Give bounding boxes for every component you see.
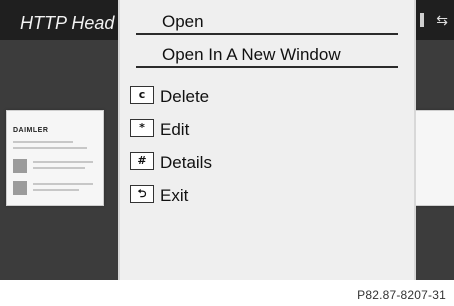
menu-item-details[interactable]: # Details (120, 146, 414, 176)
star-key-icon: * (130, 119, 154, 137)
hash-key-icon: # (130, 152, 154, 170)
top-right-indicators: ⇆ (420, 12, 448, 29)
preview-line (13, 141, 73, 143)
menu-item-delete[interactable]: c Delete (120, 80, 414, 110)
menu-item-label: Open In A New Window (162, 45, 341, 64)
page-preview-left[interactable]: DAIMLER (6, 110, 104, 206)
return-key-icon: ⮌ (130, 185, 154, 203)
preview-line (33, 167, 85, 169)
preview-line (33, 161, 93, 163)
c-key-icon: c (130, 86, 154, 104)
context-menu: Open Open In A New Window c Delete * Edi… (118, 0, 416, 280)
menu-item-open[interactable]: Open (120, 5, 414, 35)
menu-item-label: Exit (160, 186, 189, 205)
preview-line (33, 189, 79, 191)
preview-line (13, 147, 87, 149)
preview-image (13, 181, 27, 195)
menu-item-label: Edit (160, 120, 190, 139)
menu-item-label: Open (162, 12, 204, 31)
divider (136, 33, 398, 35)
brand-text: DAIMLER (13, 127, 49, 134)
app-title: HTTP Head (20, 13, 115, 33)
menu-item-label: Delete (160, 87, 210, 106)
selection-underline (136, 66, 398, 68)
menu-item-open-new-window[interactable]: Open In A New Window (120, 38, 414, 68)
menu-item-label: Details (160, 153, 212, 172)
menu-item-exit[interactable]: ⮌ Exit (120, 179, 414, 209)
menu-item-edit[interactable]: * Edit (120, 113, 414, 143)
figure-caption: P82.87-8207-31 (357, 288, 446, 302)
scroll-indicator (420, 13, 425, 27)
preview-line (33, 183, 93, 185)
screen: HTTP Head ⇆ DAIMLER Open Open In A New W… (0, 0, 454, 280)
preview-image (13, 159, 27, 173)
arrow-left-right-icon[interactable]: ⇆ (436, 12, 448, 28)
page-preview-right[interactable] (414, 110, 454, 206)
